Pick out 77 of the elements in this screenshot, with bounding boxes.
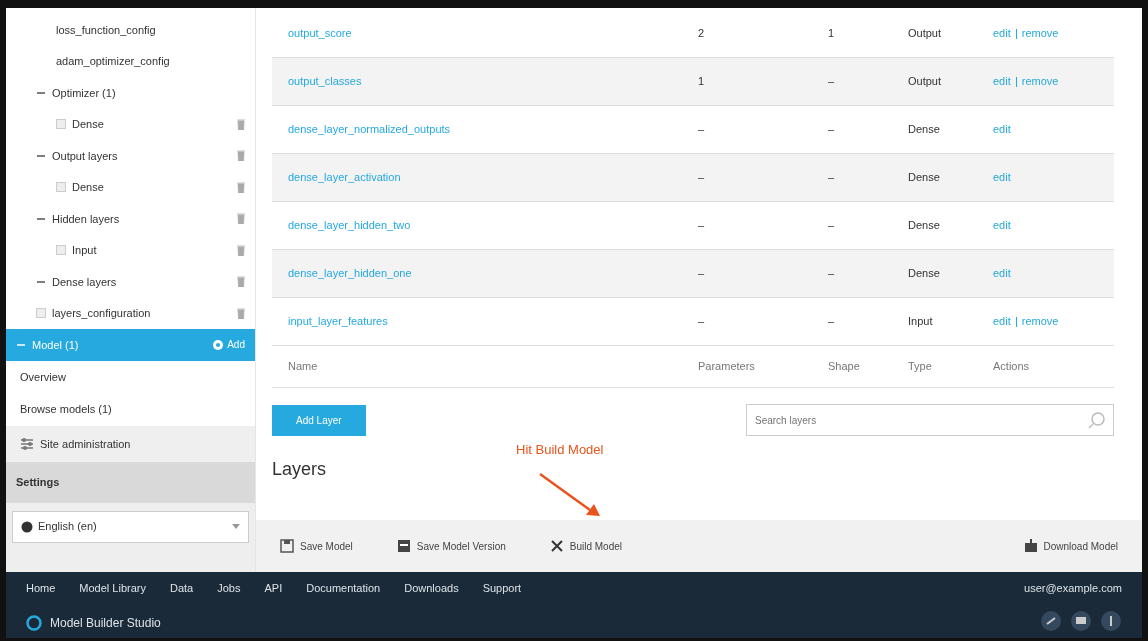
caret-icon	[232, 523, 240, 530]
tree-item[interactable]: loss_function_config	[6, 14, 255, 46]
toolbar-button[interactable]: Save Model Version	[392, 534, 510, 558]
table-cell-text: –	[828, 266, 836, 282]
brand-name: Model Builder Studio	[50, 615, 161, 632]
file-icon	[56, 245, 66, 256]
sidebar-link[interactable]: Browse models (1)	[6, 393, 255, 426]
tree-item[interactable]: adam_optimizer_config	[6, 45, 255, 77]
tree-item[interactable]: Optimizer (1)	[6, 77, 255, 109]
nav-link-item[interactable]: Support	[482, 580, 522, 597]
user-email: user@example.com	[1024, 581, 1122, 596]
table-cell-text: –	[698, 122, 706, 138]
archive-icon	[396, 539, 411, 553]
table-cell-text: Input	[908, 314, 934, 330]
nav-link-item[interactable]: API	[264, 580, 283, 597]
nav-link-item[interactable]: Data	[170, 580, 194, 597]
save-icon	[280, 539, 294, 553]
column-header: Shape	[828, 359, 861, 375]
table-cell-text: 2	[698, 26, 706, 42]
table-cell-text: Dense	[908, 266, 941, 282]
file-icon	[56, 182, 66, 193]
table-cell-text: –	[698, 266, 706, 282]
nav-link-item[interactable]: Model Library	[79, 580, 146, 597]
table-cell-text: –	[828, 218, 836, 234]
table-cell-text: Dense	[908, 170, 941, 186]
gear-icon	[212, 338, 225, 351]
site-admin-link[interactable]: Site administration	[6, 425, 255, 462]
sliders-icon[interactable]	[20, 436, 34, 451]
trash-icon[interactable]	[237, 307, 245, 319]
column-header: Type	[908, 359, 933, 375]
column-header: Actions	[993, 359, 1031, 375]
tree-item[interactable]: Output layers	[6, 140, 255, 172]
table-cell-text: –	[828, 170, 836, 186]
nav-link-item[interactable]: Downloads	[404, 580, 459, 597]
table-cell-text: –	[828, 74, 836, 90]
search-icon	[1088, 411, 1106, 429]
nav-link-item[interactable]: Home	[26, 580, 56, 597]
trash-icon[interactable]	[237, 276, 245, 288]
tree-item[interactable]: Dense	[6, 171, 255, 203]
column-header: Parameters	[698, 359, 756, 375]
toolbar-button[interactable]: Download Model	[1019, 534, 1122, 558]
trash-icon[interactable]	[237, 181, 245, 193]
tree-item[interactable]: Dense layers	[6, 266, 255, 298]
language-select[interactable]: English (en)	[12, 510, 249, 543]
toolbar-button[interactable]: Build Model	[545, 534, 627, 558]
tree-item[interactable]: Input	[6, 234, 255, 266]
table-cell-text: Output	[908, 26, 943, 42]
column-header: Name	[288, 359, 319, 375]
table-cell-text: Dense	[908, 218, 941, 234]
trash-icon[interactable]	[237, 244, 245, 256]
tree-item[interactable]: Hidden layers	[6, 203, 255, 235]
logo-icon	[26, 615, 42, 631]
table-cell-text: 1	[828, 26, 836, 42]
table-cell-text: Output	[908, 74, 943, 90]
section-heading: Layers	[272, 458, 327, 481]
annotation-text: Hit Build Model	[516, 441, 604, 459]
settings-title: Settings	[6, 462, 255, 503]
toolbar-button[interactable]: Save Model	[276, 534, 357, 558]
table-cell-text: Dense	[908, 122, 941, 138]
nav-link-item[interactable]: Documentation	[306, 580, 381, 597]
trash-icon[interactable]	[237, 118, 245, 130]
nav-link-item[interactable]: Jobs	[217, 580, 241, 597]
sidebar-link[interactable]: Overview	[6, 360, 255, 393]
table-cell-text: –	[828, 314, 836, 330]
table-cell-text: 1	[698, 74, 706, 90]
tree-item[interactable]: layers_configuration	[6, 297, 255, 329]
trash-icon[interactable]	[237, 213, 245, 225]
file-icon	[56, 119, 66, 130]
file-icon	[36, 308, 46, 319]
download-icon	[1023, 539, 1038, 553]
table-cell-text: –	[698, 314, 706, 330]
tree-item[interactable]: Dense	[6, 108, 255, 140]
table-cell-text: –	[828, 122, 836, 138]
trash-icon[interactable]	[237, 150, 245, 162]
search-field[interactable]: Search layers	[746, 404, 1114, 436]
table-cell-text: –	[698, 218, 706, 234]
table-cell-text: –	[698, 170, 706, 186]
